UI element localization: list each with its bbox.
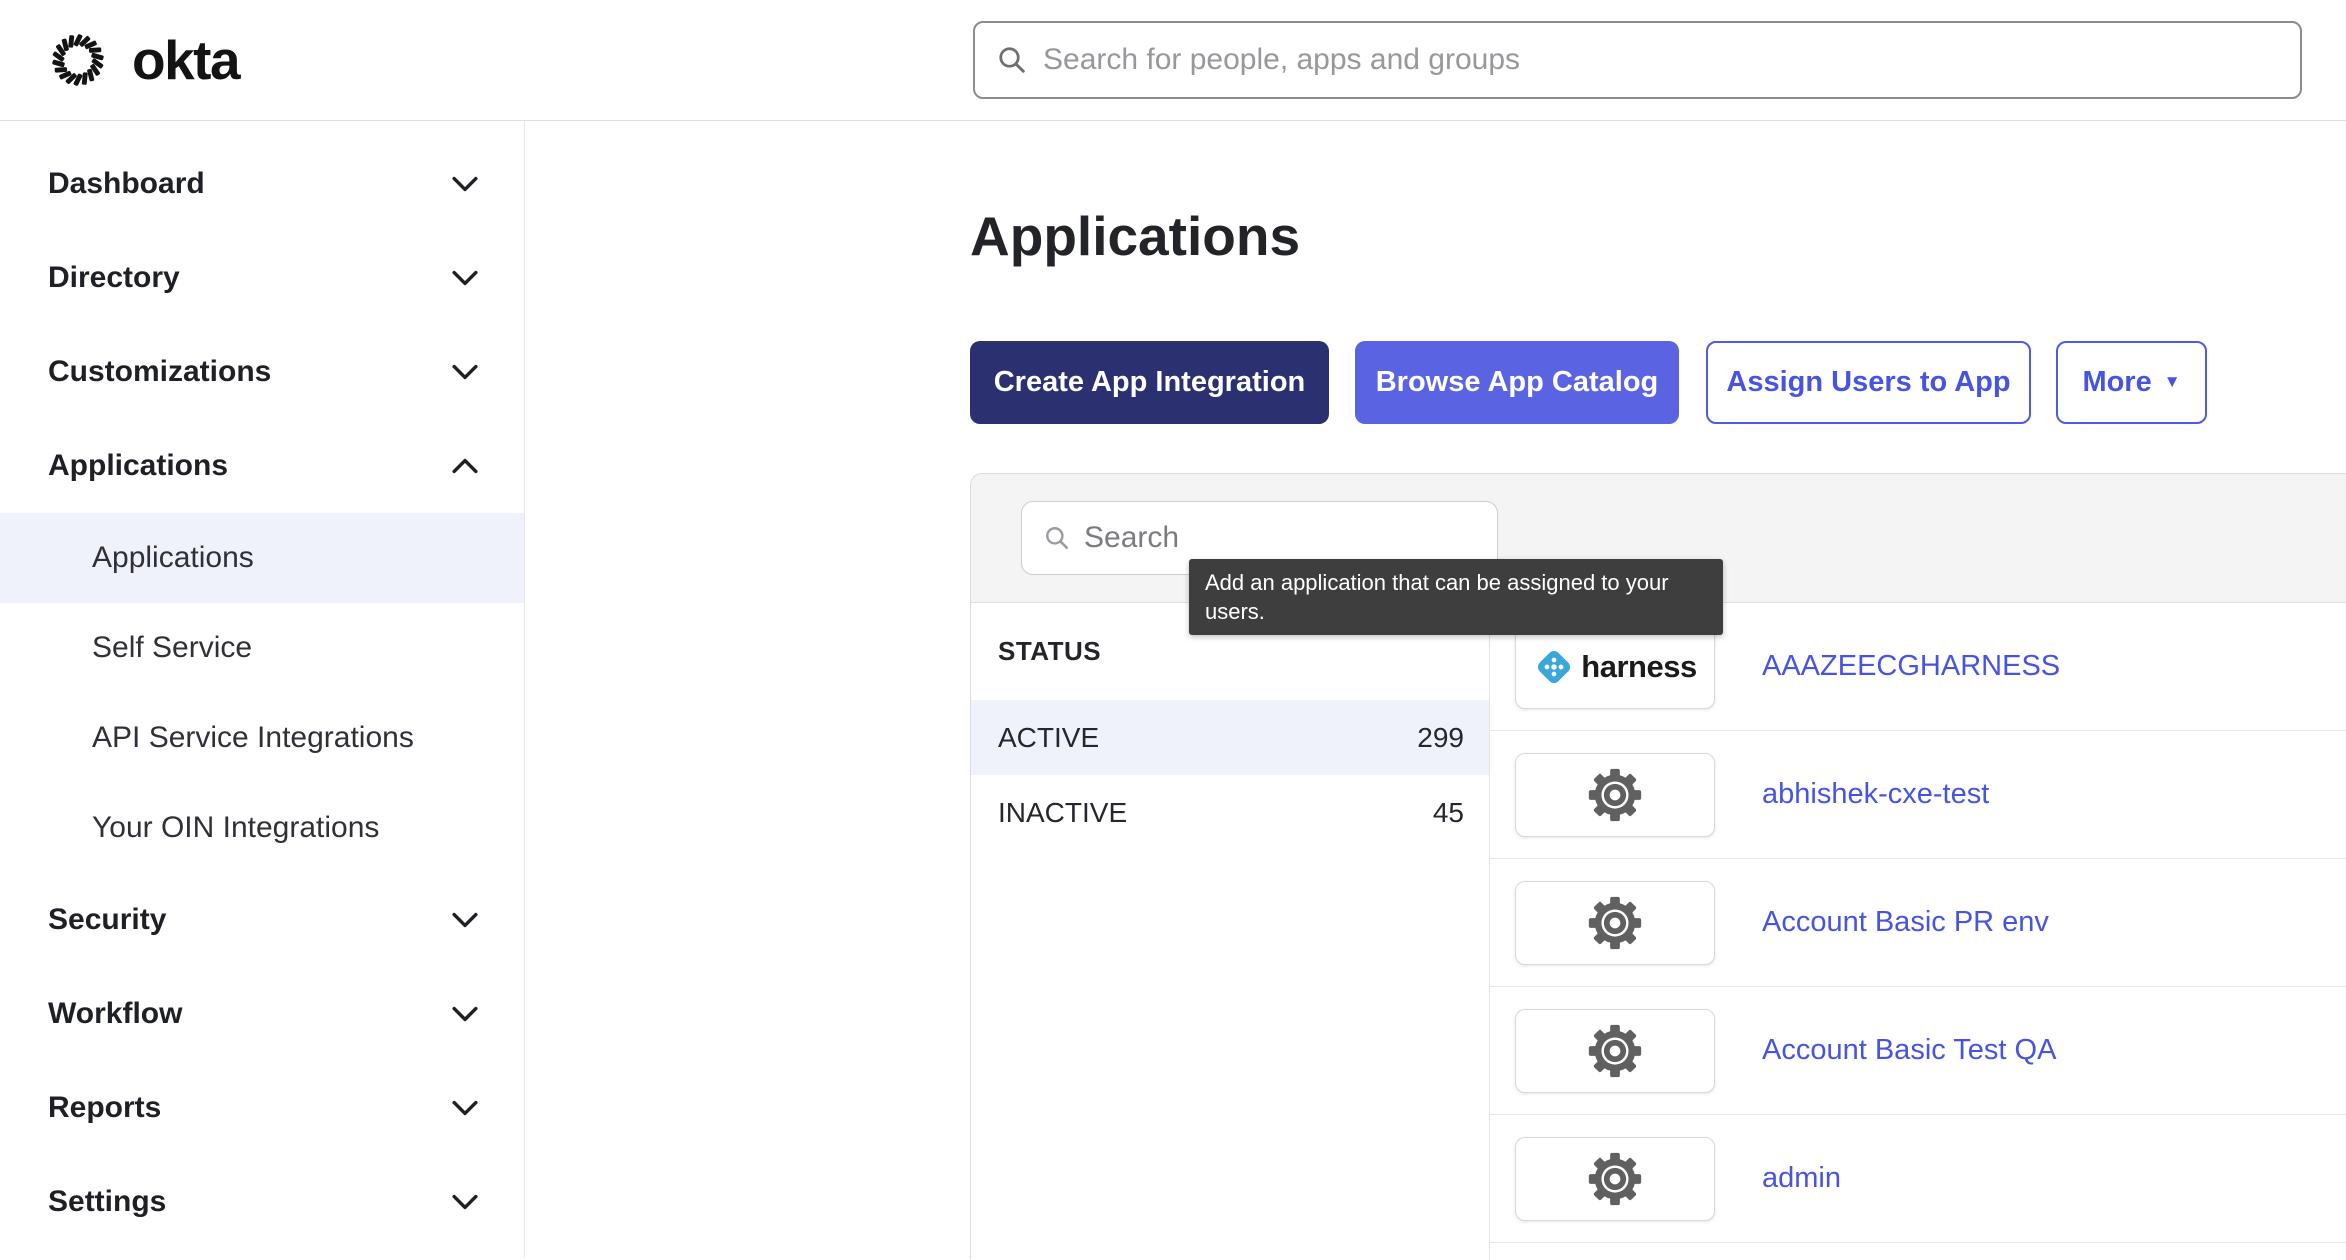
app-row-abhishek-cxe-test: abhishek-cxe-test: [1490, 731, 2346, 859]
global-search-placeholder: Search for people, apps and groups: [1043, 43, 1520, 77]
app-icon-tile[interactable]: [1515, 881, 1715, 965]
top-header: okta Search for people, apps and groups: [0, 0, 2346, 121]
status-filter-column: STATUS ACTIVE299INACTIVE45: [971, 603, 1490, 1260]
sidebar-section-workflow[interactable]: Workflow: [0, 967, 524, 1061]
browse-app-catalog-button[interactable]: Browse App Catalog: [1355, 341, 1679, 424]
gear-icon: [1584, 764, 1646, 826]
gear-icon: [1584, 1148, 1646, 1210]
app-row-admin: admin: [1490, 1115, 2346, 1243]
panel-toolbar: Search Add an application that can be as…: [971, 474, 2346, 603]
chevron-down-icon: [452, 364, 478, 380]
app-name-link[interactable]: abhishek-cxe-test: [1762, 778, 1989, 811]
search-icon: [1044, 525, 1070, 551]
okta-logo: okta: [44, 0, 239, 120]
filter-active[interactable]: ACTIVE 299: [971, 700, 1489, 775]
panel-body: STATUS ACTIVE299INACTIVE45 harnessAAAZEE…: [971, 603, 2346, 1260]
okta-aura-icon: [44, 26, 112, 94]
chevron-down-icon: [452, 912, 478, 928]
app-icon-tile[interactable]: [1515, 1137, 1715, 1221]
sidebar-nav: Dashboard Directory Customizations Applicat…: [0, 121, 525, 1258]
app-name-link[interactable]: Account Basic PR env: [1762, 906, 2049, 939]
sidebar-item-label: Customizations: [48, 355, 271, 389]
global-search-input[interactable]: Search for people, apps and groups: [973, 21, 2302, 99]
page-title: Applications: [970, 204, 1300, 268]
harness-logo-icon: [1533, 646, 1575, 688]
sidebar-item-label: Applications: [48, 449, 228, 483]
app-search-placeholder: Search: [1084, 521, 1179, 555]
sidebar-item-api-service-integrations[interactable]: API Service Integrations: [0, 693, 524, 783]
sidebar-item-label: Security: [48, 903, 166, 937]
filter-label: ACTIVE: [998, 722, 1099, 754]
sidebar-item-self-service[interactable]: Self Service: [0, 603, 524, 693]
tooltip: Add an application that can be assigned …: [1189, 559, 1723, 635]
sidebar-section-reports[interactable]: Reports: [0, 1061, 524, 1155]
sidebar-item-your-oin-integrations[interactable]: Your OIN Integrations: [0, 783, 524, 873]
chevron-up-icon: [452, 458, 478, 474]
okta-wordmark: okta: [132, 28, 239, 92]
sidebar-item-label: API Service Integrations: [92, 721, 414, 755]
sidebar-item-label: Dashboard: [48, 167, 205, 201]
more-button[interactable]: More ▼: [2056, 341, 2207, 424]
sidebar-item-applications[interactable]: Applications: [0, 513, 524, 603]
app-icon-tile[interactable]: [1515, 753, 1715, 837]
applications-panel: Search Add an application that can be as…: [970, 473, 2346, 1259]
action-buttons: Create App Integration Browse App Catalog…: [970, 341, 2207, 424]
filter-inactive[interactable]: INACTIVE 45: [971, 775, 1489, 850]
sidebar-item-label: Self Service: [92, 631, 252, 665]
sidebar-item-label: Reports: [48, 1091, 161, 1125]
sidebar-section-applications[interactable]: Applications: [0, 419, 524, 513]
sidebar-item-label: Directory: [48, 261, 180, 295]
sidebar-section-dashboard[interactable]: Dashboard: [0, 137, 524, 231]
sidebar-section-directory[interactable]: Directory: [0, 231, 524, 325]
app-row-account-basic-pr-env: Account Basic PR env: [1490, 859, 2346, 987]
harness-wordmark: harness: [1581, 649, 1696, 685]
button-label: Browse App Catalog: [1376, 366, 1659, 399]
app-icon-tile[interactable]: [1515, 1009, 1715, 1093]
create-app-integration-button[interactable]: Create App Integration: [970, 341, 1329, 424]
filter-count: 299: [1417, 722, 1464, 754]
dropdown-caret-icon: ▼: [2164, 372, 2181, 392]
assign-users-to-app-button[interactable]: Assign Users to App: [1706, 341, 2031, 424]
app-row-account-basic-test-qa: Account Basic Test QA: [1490, 987, 2346, 1115]
button-label: More: [2082, 366, 2151, 399]
sidebar-section-settings[interactable]: Settings: [0, 1155, 524, 1249]
button-label: Create App Integration: [994, 366, 1306, 399]
app-name-link[interactable]: AAAZEECGHARNESS: [1762, 650, 2060, 683]
gear-icon: [1584, 892, 1646, 954]
filter-count: 45: [1433, 797, 1464, 829]
chevron-down-icon: [452, 1100, 478, 1116]
chevron-down-icon: [452, 1006, 478, 1022]
sidebar-item-label: Settings: [48, 1185, 166, 1219]
search-icon: [997, 45, 1027, 75]
button-label: Assign Users to App: [1726, 366, 2010, 399]
gear-icon: [1584, 1020, 1646, 1082]
sidebar-item-label: Your OIN Integrations: [92, 811, 379, 845]
chevron-down-icon: [452, 176, 478, 192]
chevron-down-icon: [452, 1194, 478, 1210]
app-icon-tile[interactable]: harness: [1515, 625, 1715, 709]
sidebar-section-security[interactable]: Security: [0, 873, 524, 967]
main-content: Applications Create App Integration Brows…: [525, 120, 2346, 1258]
app-list: harness AAAZEECGHARNESS abhishek-cxe-test A…: [1490, 603, 2346, 1260]
filter-label: INACTIVE: [998, 797, 1127, 829]
chevron-down-icon: [452, 270, 478, 286]
sidebar-item-label: Applications: [92, 541, 254, 575]
sidebar-item-label: Workflow: [48, 997, 182, 1031]
sidebar-section-customizations[interactable]: Customizations: [0, 325, 524, 419]
app-name-link[interactable]: Account Basic Test QA: [1762, 1034, 2056, 1067]
app-name-link[interactable]: admin: [1762, 1162, 1841, 1195]
